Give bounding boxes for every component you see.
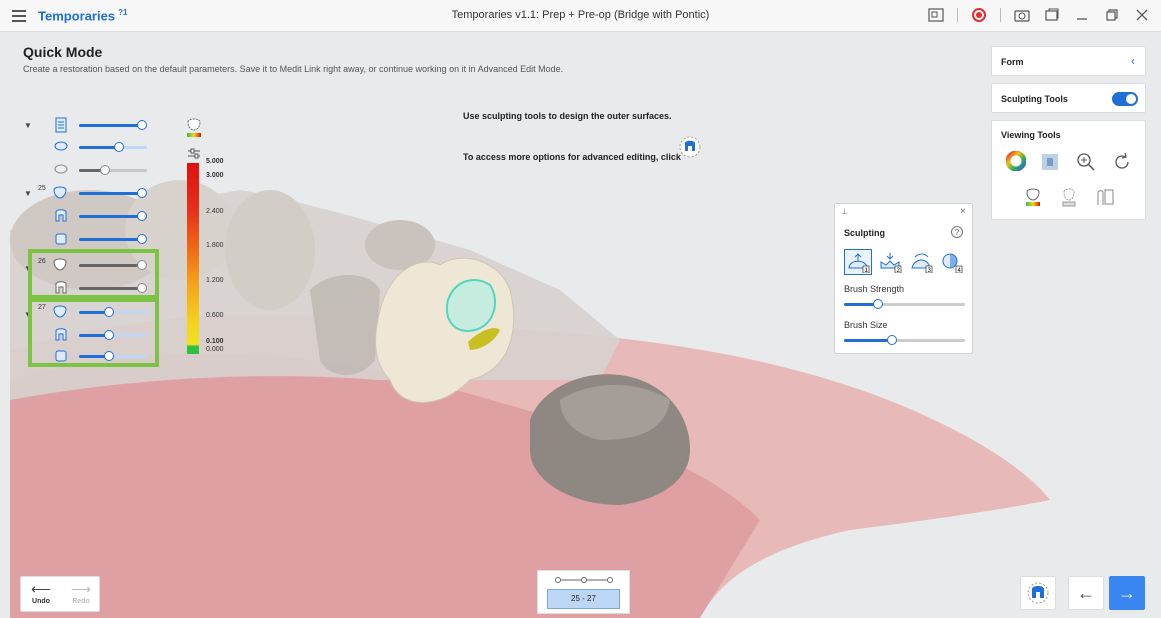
window-controls (927, 6, 1151, 24)
slider-knob[interactable] (137, 234, 147, 244)
sculpting-tools-label: Sculpting Tools (1001, 94, 1068, 104)
instruction-advanced-text: To access more options for advanced edit… (463, 152, 681, 162)
title-bar: Temporaries ?1 Temporaries v1.1: Prep + P… (0, 0, 1161, 32)
page-title: Quick Mode (23, 44, 103, 60)
redo-icon: ⟶ (70, 581, 92, 597)
redo-label: Redo (72, 598, 90, 605)
collapse-icon[interactable]: ▼ (24, 189, 32, 198)
arrow-right-icon: → (1118, 582, 1136, 603)
screen-capture-icon[interactable] (927, 6, 945, 24)
document-icon (55, 117, 67, 133)
opacity-slider[interactable] (79, 192, 143, 195)
chevron-left-icon[interactable]: ‹ (1131, 54, 1135, 68)
opacity-slider[interactable] (79, 215, 143, 218)
separator (957, 8, 958, 22)
distance-map-icon[interactable] (1022, 187, 1044, 209)
redo-button[interactable]: ⟶ Redo (61, 577, 101, 613)
advanced-edit-icon (1027, 582, 1049, 604)
window-mode-icon[interactable] (1043, 6, 1061, 24)
advanced-edit-icon (679, 136, 701, 158)
prep-icon (55, 233, 67, 245)
lower-jaw-icon (54, 164, 68, 174)
advanced-edit-button[interactable] (1020, 576, 1056, 610)
viewing-tools-label: Viewing Tools (1001, 130, 1061, 140)
zoom-icon[interactable] (1076, 152, 1096, 172)
scale-label: 1.200 (206, 277, 224, 284)
clearance-icon[interactable] (1058, 187, 1080, 209)
scale-label: 0.600 (206, 312, 224, 319)
texture-icon[interactable] (1040, 152, 1060, 172)
scale-label: 3.000 (206, 172, 224, 179)
tooth-number: 25 (38, 185, 46, 192)
tooth-range-selector: 25 - 27 (537, 570, 630, 614)
slider-knob[interactable] (137, 188, 147, 198)
scale-label: 1.800 (206, 242, 224, 249)
sculpting-tools-panel: Sculpting Tools (991, 83, 1146, 113)
form-panel[interactable]: Form ‹ (991, 46, 1146, 76)
sculpt-add-tool[interactable]: 1 (844, 249, 872, 275)
range-dots-icon (555, 577, 613, 583)
app-window: Temporaries ?1 Temporaries v1.1: Prep + P… (0, 0, 1161, 618)
scale-label: 2.400 (206, 208, 224, 215)
pin-icon[interactable]: ⊥ (841, 207, 848, 216)
next-button[interactable]: → (1109, 576, 1145, 610)
sculpt-smooth-tool[interactable]: 3 (907, 249, 935, 275)
upper-jaw-icon (54, 141, 68, 151)
undo-icon: ⟵ (30, 581, 52, 597)
close-icon[interactable] (1133, 6, 1151, 24)
undo-label: Undo (32, 598, 50, 605)
viewing-tools-panel: Viewing Tools (991, 120, 1146, 220)
scale-label: 0.000 (206, 346, 224, 353)
sculpt-remove-tool[interactable]: 2 (876, 249, 904, 275)
brush-strength-knob[interactable] (873, 299, 883, 309)
sculpt-morph-tool[interactable]: 4 (937, 249, 965, 275)
arrow-left-icon: ← (1077, 582, 1095, 603)
selection-highlight (28, 298, 159, 367)
page-description: Create a restoration based on the defaul… (23, 64, 564, 74)
restore-icon[interactable] (1103, 6, 1121, 24)
sculpting-popup: ⊥ × Sculpting ? 1 2 3 4 Brush Strength B… (834, 203, 973, 354)
crown-icon (55, 209, 67, 222)
tooth-icon (53, 186, 67, 199)
sculpting-tools-toggle[interactable] (1112, 92, 1138, 106)
brush-strength-label: Brush Strength (844, 284, 905, 294)
color-wheel-icon[interactable] (1006, 151, 1026, 171)
opacity-slider[interactable] (79, 124, 143, 127)
minimize-icon[interactable] (1073, 6, 1091, 24)
scale-label: 5.000 (206, 158, 224, 165)
slider-fill (79, 146, 117, 149)
color-scale-bar (187, 163, 199, 354)
cross-section-icon[interactable] (1094, 187, 1116, 209)
brush-size-label: Brush Size (844, 320, 888, 330)
slider-knob[interactable] (137, 211, 147, 221)
camera-icon[interactable] (1013, 6, 1031, 24)
range-button[interactable]: 25 - 27 (547, 589, 620, 609)
close-icon[interactable]: × (960, 206, 966, 217)
instruction-text: Use sculpting tools to design the outer … (463, 111, 672, 121)
help-icon[interactable]: ? (951, 226, 963, 238)
settings-sliders-icon[interactable] (187, 148, 201, 160)
slider-knob[interactable] (100, 165, 110, 175)
undo-redo-group: ⟵ Undo ⟶ Redo (20, 576, 100, 612)
selection-highlight (28, 249, 159, 299)
separator (1000, 8, 1001, 22)
scale-label: 0.100 (206, 338, 224, 345)
brush-size-fill (844, 339, 892, 342)
collapse-icon[interactable]: ▼ (24, 121, 32, 130)
slider-knob[interactable] (137, 120, 147, 130)
undo-button[interactable]: ⟵ Undo (21, 577, 61, 613)
popup-title: Sculpting (844, 228, 885, 238)
record-icon[interactable] (970, 6, 988, 24)
back-button[interactable]: ← (1068, 576, 1104, 610)
brush-size-knob[interactable] (887, 335, 897, 345)
distance-map-icon[interactable] (183, 116, 205, 140)
opacity-slider[interactable] (79, 238, 143, 241)
slider-knob[interactable] (114, 142, 124, 152)
form-label: Form (1001, 57, 1024, 67)
reset-view-icon[interactable] (1112, 152, 1132, 172)
